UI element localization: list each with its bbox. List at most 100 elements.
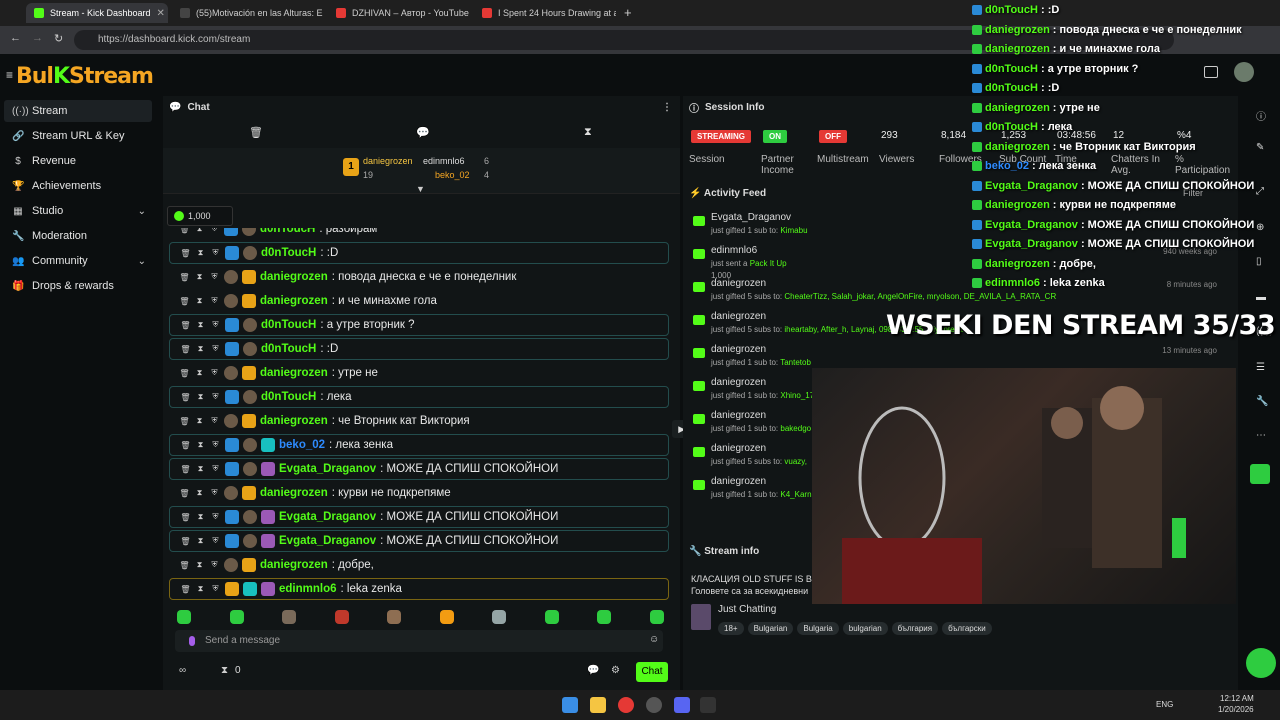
- shield-icon[interactable]: ⛨: [210, 512, 221, 522]
- hourglass-icon[interactable]: ⧗: [195, 584, 206, 594]
- activity-user[interactable]: daniegrozen: [711, 278, 766, 289]
- emote-icon[interactable]: [440, 610, 454, 624]
- emote-icon[interactable]: [387, 610, 401, 624]
- share-icon[interactable]: ⋯: [1256, 430, 1266, 441]
- back-icon[interactable]: ←: [10, 32, 21, 44]
- emoji-icon[interactable]: ☺: [649, 634, 659, 645]
- shield-icon[interactable]: ⛨: [210, 464, 221, 474]
- hourglass-icon[interactable]: ⧗: [195, 344, 206, 354]
- activity-user[interactable]: daniegrozen: [711, 410, 766, 421]
- shield-icon[interactable]: ⛨: [210, 392, 221, 402]
- chat-username[interactable]: Evgata_Draganov: [279, 511, 376, 523]
- green-action-icon[interactable]: [1250, 464, 1270, 484]
- emote-icon[interactable]: [650, 610, 664, 624]
- trash-icon[interactable]: 🗑: [179, 489, 190, 498]
- hourglass-icon[interactable]: ⧗: [194, 228, 205, 234]
- hourglass-icon[interactable]: ⧗: [194, 368, 205, 378]
- chat-message[interactable]: 🗑 ⧗ ⛨ beko_02: лека зенка: [169, 434, 669, 456]
- hourglass-icon[interactable]: ⧗: [195, 464, 206, 474]
- activity-user[interactable]: daniegrozen: [711, 476, 766, 487]
- infinity-icon[interactable]: ∞: [179, 665, 186, 676]
- tab-youtube-2[interactable]: DZHIVAN – Автор - YouTube ✕: [328, 3, 470, 23]
- hourglass-icon[interactable]: ⧗: [195, 248, 206, 258]
- terminal-icon[interactable]: [700, 697, 716, 713]
- sidebar-item-drops[interactable]: 🎁 Drops & rewards: [4, 275, 152, 297]
- chat-message[interactable]: 🗑 ⧗ ⛨ Evgata_Draganov: МОЖЕ ДА СПИШ СПОКОЙН…: [169, 458, 669, 480]
- folder-icon[interactable]: [590, 697, 606, 713]
- trash-icon[interactable]: 🗑: [180, 537, 191, 546]
- hourglass-icon[interactable]: ⧗: [195, 392, 206, 402]
- chat-username[interactable]: edinmnlo6: [279, 583, 337, 595]
- chat-username[interactable]: daniegrozen: [260, 415, 328, 427]
- chat-username[interactable]: d0nToucH: [261, 319, 316, 331]
- shield-icon[interactable]: ⛨: [210, 536, 221, 546]
- chat-username[interactable]: d0nToucH: [261, 343, 316, 355]
- sidebar-item-stream[interactable]: ((·)) Stream: [4, 100, 152, 122]
- emote-icon[interactable]: [492, 610, 506, 624]
- new-tab-button[interactable]: +: [624, 5, 632, 20]
- sidebar-item-revenue[interactable]: $ Revenue: [4, 150, 152, 172]
- stream-tag[interactable]: Bulgarian: [747, 622, 794, 635]
- shield-icon[interactable]: ⛨: [210, 344, 221, 354]
- trash-icon[interactable]: 🗑: [180, 465, 191, 474]
- menu-icon[interactable]: ≡: [6, 68, 13, 82]
- shield-icon[interactable]: ⛨: [210, 440, 221, 450]
- hourglass-icon[interactable]: ⧗: [194, 560, 205, 570]
- stream-tag[interactable]: българия: [891, 622, 939, 635]
- trash-icon[interactable]: 🗑: [179, 561, 190, 570]
- chat-message[interactable]: 🗑 ⧗ ⛨ daniegrozen: утре не: [169, 362, 669, 384]
- emote-icon[interactable]: [545, 610, 559, 624]
- stream-tag[interactable]: 18+: [718, 622, 744, 635]
- shield-icon[interactable]: ⛨: [210, 320, 221, 330]
- chat-message[interactable]: 🗑 ⧗ ⛨ daniegrozen: повода днеска е че е пон…: [169, 266, 669, 288]
- wrench-icon[interactable]: 🔧: [1256, 396, 1268, 407]
- obs-icon[interactable]: [646, 697, 662, 713]
- chat-username[interactable]: d0nToucH: [261, 391, 316, 403]
- gear-icon[interactable]: ⚙: [611, 665, 620, 676]
- start-icon[interactable]: [562, 697, 578, 713]
- chat-message[interactable]: 🗑 ⧗ ⛨ daniegrozen: курви не подкрепяме: [169, 482, 669, 504]
- chat-message[interactable]: 🗑 ⧗ ⛨ d0nToucH: :D: [169, 338, 669, 360]
- stream-tag[interactable]: bulgarian: [842, 622, 888, 635]
- trash-icon[interactable]: 🗑: [179, 417, 190, 426]
- chat-message[interactable]: 🗑 ⧗ ⛨ edinmnlo6: leka zenka: [169, 578, 669, 600]
- chat-bubble-icon[interactable]: 💬: [587, 665, 599, 676]
- tab-youtube-1[interactable]: (55)Motivación en las Alturas: E ✕: [172, 3, 324, 23]
- trash-icon[interactable]: 🗑: [180, 345, 191, 354]
- sidebar-item-community[interactable]: 👥 Community ⌄: [4, 250, 152, 272]
- tab-kick-dashboard[interactable]: Stream - Kick Dashboard ✕: [26, 3, 168, 23]
- collapse-icon[interactable]: ▼: [416, 184, 425, 194]
- trash-icon[interactable]: 🗑: [179, 273, 190, 282]
- chat-username[interactable]: daniegrozen: [260, 487, 328, 499]
- chat-username[interactable]: Evgata_Draganov: [279, 463, 376, 475]
- trash-icon[interactable]: 🗑: [249, 126, 263, 139]
- chat-username[interactable]: daniegrozen: [260, 295, 328, 307]
- activity-user[interactable]: daniegrozen: [711, 344, 766, 355]
- emote-icon[interactable]: [177, 610, 191, 624]
- stream-tag[interactable]: Bulgaria: [797, 622, 839, 635]
- chat-message[interactable]: 🗑 ⧗ ⛨ daniegrozen: добре,: [169, 554, 669, 576]
- chat-username[interactable]: d0nToucH: [260, 228, 315, 235]
- activity-user[interactable]: daniegrozen: [711, 443, 766, 454]
- emote-icon[interactable]: [597, 610, 611, 624]
- shield-icon[interactable]: ⛨: [209, 416, 220, 426]
- trash-icon[interactable]: 🗑: [180, 585, 191, 594]
- hourglass-icon[interactable]: ⧗: [194, 272, 205, 282]
- hourglass-icon[interactable]: ⧗: [584, 126, 592, 139]
- close-icon[interactable]: ✕: [157, 8, 165, 19]
- shield-icon[interactable]: ⛨: [209, 560, 220, 570]
- chat-send-button[interactable]: Chat: [636, 662, 668, 682]
- chat-username[interactable]: d0nToucH: [261, 247, 316, 259]
- trash-icon[interactable]: 🗑: [179, 369, 190, 378]
- trash-icon[interactable]: 🗑: [179, 297, 190, 306]
- activity-user[interactable]: daniegrozen: [711, 377, 766, 388]
- chat-message[interactable]: 🗑 ⧗ ⛨ Evgata_Draganov: МОЖЕ ДА СПИШ СПОКОЙН…: [169, 530, 669, 552]
- chat-username[interactable]: daniegrozen: [260, 271, 328, 283]
- trash-icon[interactable]: 🗑: [180, 321, 191, 330]
- activity-user[interactable]: edinmnlo6: [711, 245, 757, 256]
- discord-icon[interactable]: [674, 697, 690, 713]
- sidebar-item-achievements[interactable]: 🏆 Achievements: [4, 175, 152, 197]
- hourglass-icon[interactable]: ⧗: [194, 296, 205, 306]
- hourglass-icon[interactable]: ⧗: [195, 440, 206, 450]
- activity-user[interactable]: Evgata_Draganov: [711, 212, 791, 223]
